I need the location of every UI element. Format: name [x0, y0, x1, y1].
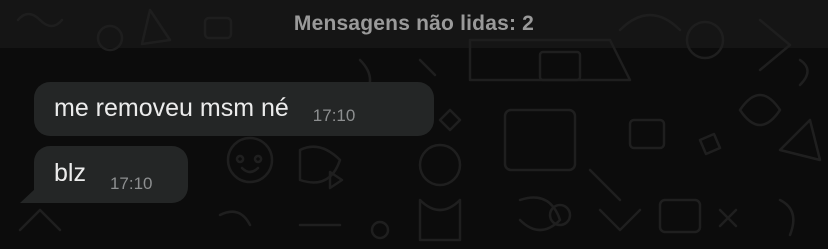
unread-messages-label: Mensagens não lidas: 2	[293, 12, 535, 35]
message-text: me removeu msm né	[54, 94, 289, 122]
unread-messages-banner: Mensagens não lidas: 2	[0, 0, 828, 48]
message-bubble[interactable]: me removeu msm né 17:10	[34, 82, 434, 136]
message-time: 17:10	[109, 174, 153, 193]
message-time: 17:10	[312, 106, 356, 125]
chat-view[interactable]: Mensagens não lidas: 2 me removeu msm né…	[0, 0, 828, 249]
message-text: blz	[54, 159, 86, 187]
message-bubble[interactable]: blz 17:10	[34, 146, 188, 203]
